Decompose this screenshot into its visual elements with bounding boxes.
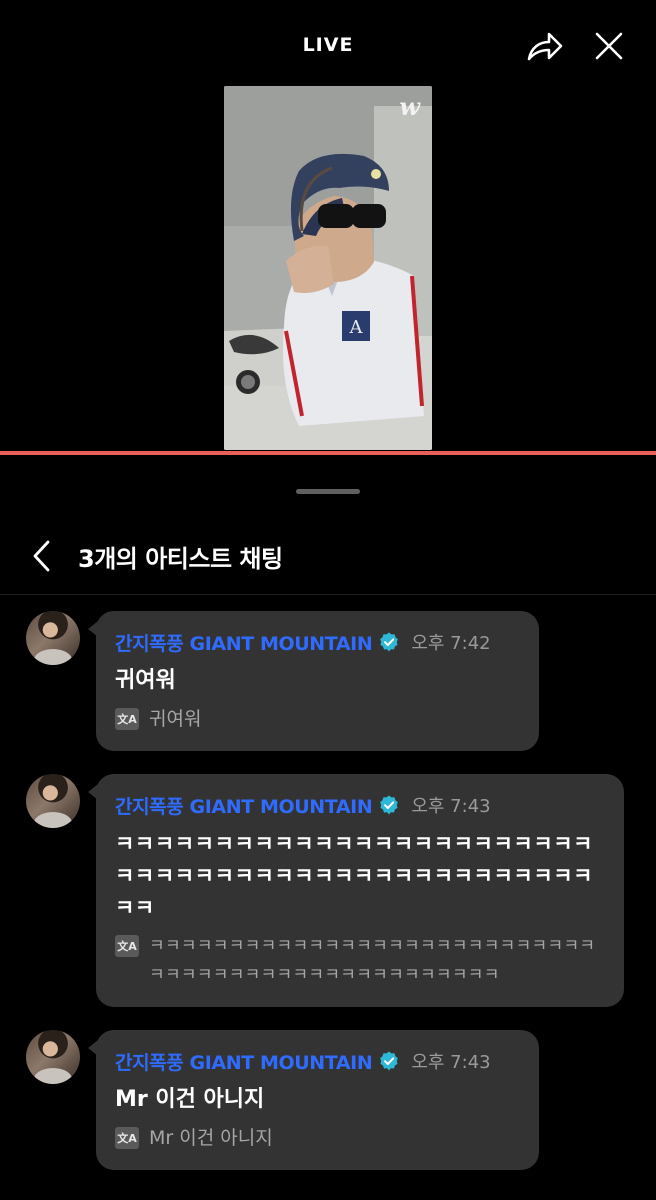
live-video[interactable]: A w <box>224 86 432 450</box>
translate-icon[interactable]: 文A <box>115 1127 139 1149</box>
verified-badge-icon <box>379 1051 399 1071</box>
translate-icon[interactable]: 文A <box>115 935 139 957</box>
translation-row: 文A ㅋㅋㅋㅋㅋㅋㅋㅋㅋㅋㅋㅋㅋㅋㅋㅋㅋㅋㅋㅋㅋㅋㅋㅋㅋㅋㅋㅋㅋㅋㅋㅋㅋㅋㅋㅋㅋ… <box>115 932 604 990</box>
translate-icon[interactable]: 文A <box>115 708 139 730</box>
message-text: Mr 이건 아니지 <box>115 1087 265 1112</box>
message-time: 오후 7:43 <box>411 1052 491 1073</box>
drag-handle[interactable] <box>296 489 360 494</box>
sender-name[interactable]: 간지폭풍 GIANT MOUNTAIN <box>115 1048 373 1075</box>
chevron-left-icon <box>33 540 50 572</box>
message-bubble: 간지폭풍 GIANT MOUNTAIN 오후 7:42 귀여워 文A 귀여워 <box>88 611 539 751</box>
close-button[interactable] <box>589 26 629 66</box>
avatar[interactable] <box>26 1030 80 1084</box>
chat-header: 3개의 아티스트 채팅 <box>0 526 656 588</box>
video-frame: A <box>224 86 432 450</box>
avatar[interactable] <box>26 774 80 828</box>
translation-row: 文A 귀여워 <box>115 705 519 734</box>
translation-text: 귀여워 <box>149 708 202 730</box>
translation-row: 文A Mr 이건 아니지 <box>115 1124 519 1153</box>
verified-badge-icon <box>379 632 399 652</box>
translation-text: ㅋㅋㅋㅋㅋㅋㅋㅋㅋㅋㅋㅋㅋㅋㅋㅋㅋㅋㅋㅋㅋㅋㅋㅋㅋㅋㅋㅋㅋㅋㅋㅋㅋㅋㅋㅋㅋㅋㅋㅋ… <box>149 936 596 985</box>
live-progress-fill <box>0 451 656 455</box>
message-bubble: 간지폭풍 GIANT MOUNTAIN 오후 7:43 Mr 이건 아니지 文A… <box>88 1030 539 1170</box>
message-text: 귀여워 <box>115 668 176 693</box>
live-progress-bar <box>0 451 656 455</box>
message-text: ㅋㅋㅋㅋㅋㅋㅋㅋㅋㅋㅋㅋㅋㅋㅋㅋㅋㅋㅋㅋㅋㅋㅋㅋㅋㅋㅋㅋㅋㅋㅋㅋㅋㅋㅋㅋㅋㅋㅋㅋ… <box>115 832 594 920</box>
message-time: 오후 7:42 <box>411 633 491 654</box>
translation-text: Mr 이건 아니지 <box>149 1127 273 1149</box>
close-icon <box>595 32 623 60</box>
avatar[interactable] <box>26 611 80 665</box>
message-time: 오후 7:43 <box>411 796 491 817</box>
svg-text:A: A <box>349 317 364 338</box>
top-bar: LIVE <box>0 0 656 92</box>
chat-title: 3개의 아티스트 채팅 <box>78 545 283 573</box>
verified-badge-icon <box>379 795 399 815</box>
divider <box>0 594 656 595</box>
back-button[interactable] <box>24 536 60 576</box>
message-meta: 간지폭풍 GIANT MOUNTAIN 오후 7:42 <box>115 629 519 655</box>
share-arrow-icon <box>527 32 563 61</box>
sender-name[interactable]: 간지폭풍 GIANT MOUNTAIN <box>115 792 373 819</box>
message-meta: 간지폭풍 GIANT MOUNTAIN 오후 7:43 <box>115 1048 519 1074</box>
platform-logo: w <box>399 92 420 121</box>
message-meta: 간지폭풍 GIANT MOUNTAIN 오후 7:43 <box>115 792 604 818</box>
sender-name[interactable]: 간지폭풍 GIANT MOUNTAIN <box>115 629 373 656</box>
share-button[interactable] <box>525 26 565 66</box>
message-bubble: 간지폭풍 GIANT MOUNTAIN 오후 7:43 ㅋㅋㅋㅋㅋㅋㅋㅋㅋㅋㅋㅋ… <box>88 774 624 1007</box>
